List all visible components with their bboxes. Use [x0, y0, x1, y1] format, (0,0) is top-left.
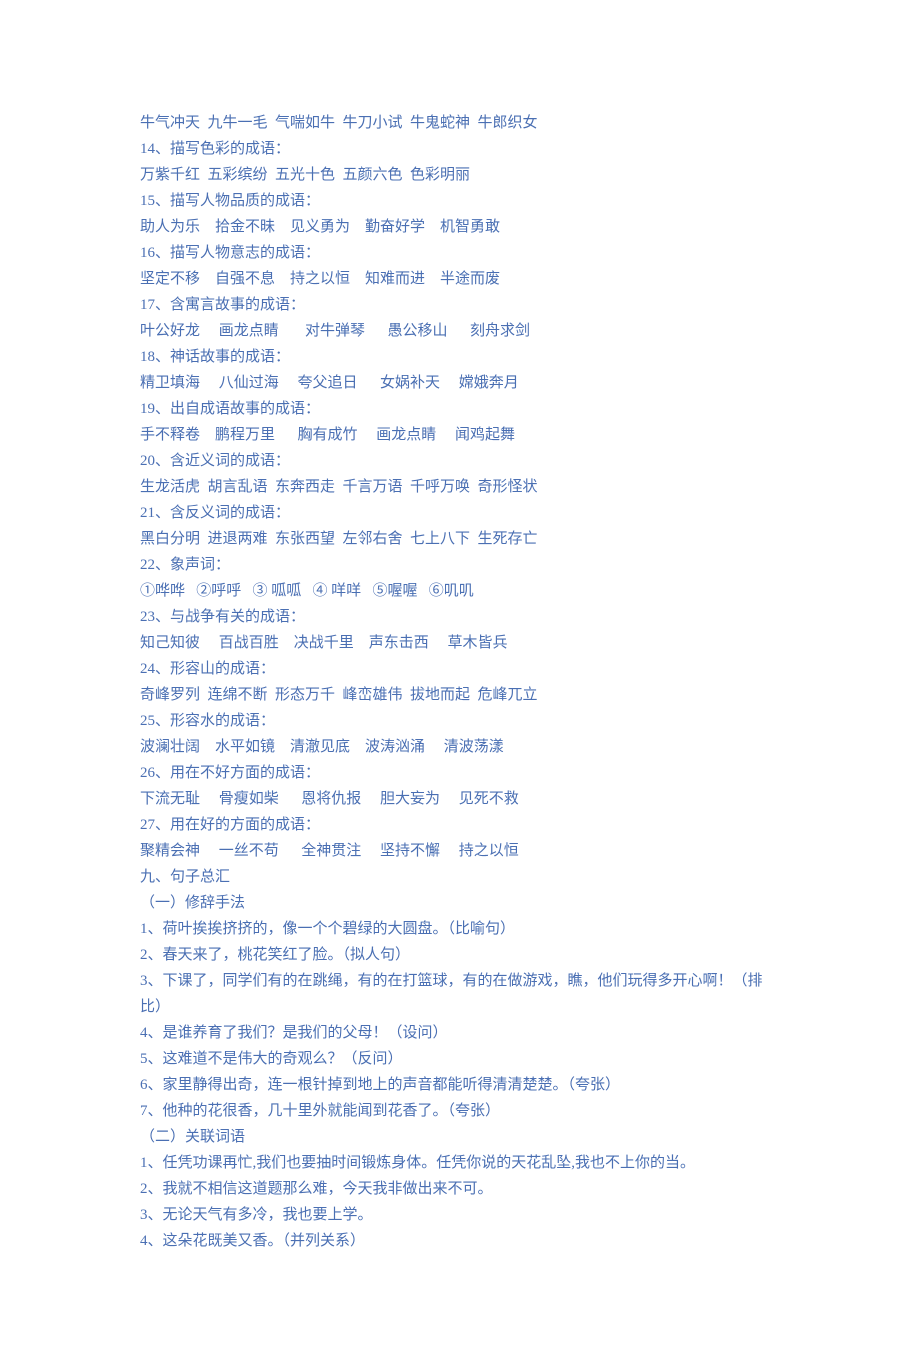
text-line: 九、句子总汇 [140, 864, 780, 890]
text-line: 2、春天来了，桃花笑红了脸。（拟人句） [140, 942, 780, 968]
text-line: 1、任凭功课再忙,我们也要抽时间锻炼身体。任凭你说的天花乱坠,我也不上你的当。 [140, 1150, 780, 1176]
text-line: 1、荷叶挨挨挤挤的，像一个个碧绿的大圆盘。（比喻句） [140, 916, 780, 942]
text-line: 黑白分明 进退两难 东张西望 左邻右舍 七上八下 生死存亡 [140, 526, 780, 552]
text-line: 下流无耻 骨瘦如柴 恩将仇报 胆大妄为 见死不救 [140, 786, 780, 812]
text-line: 24、形容山的成语： [140, 656, 780, 682]
text-line: 15、描写人物品质的成语： [140, 188, 780, 214]
text-line: 叶公好龙 画龙点睛 对牛弹琴 愚公移山 刻舟求剑 [140, 318, 780, 344]
text-line: 25、形容水的成语： [140, 708, 780, 734]
text-line: 牛气冲天 九牛一毛 气喘如牛 牛刀小试 牛鬼蛇神 牛郎织女 [140, 110, 780, 136]
text-line: 26、用在不好方面的成语： [140, 760, 780, 786]
text-line: 14、描写色彩的成语： [140, 136, 780, 162]
document-page: 牛气冲天 九牛一毛 气喘如牛 牛刀小试 牛鬼蛇神 牛郎织女 14、描写色彩的成语… [0, 0, 920, 1354]
text-line: 18、神话故事的成语： [140, 344, 780, 370]
text-line: 知己知彼 百战百胜 决战千里 声东击西 草木皆兵 [140, 630, 780, 656]
text-line: 3、下课了，同学们有的在跳绳，有的在打篮球，有的在做游戏，瞧，他们玩得多开心啊！… [140, 968, 780, 1020]
text-line: 5、这难道不是伟大的奇观么？（反问） [140, 1046, 780, 1072]
text-line: 精卫填海 八仙过海 夸父追日 女娲补天 嫦娥奔月 [140, 370, 780, 396]
text-line: 19、出自成语故事的成语： [140, 396, 780, 422]
text-line: 手不释卷 鹏程万里 胸有成竹 画龙点睛 闻鸡起舞 [140, 422, 780, 448]
text-line: 7、他种的花很香，几十里外就能闻到花香了。（夸张） [140, 1098, 780, 1124]
text-line: 16、描写人物意志的成语： [140, 240, 780, 266]
text-line: 坚定不移 自强不息 持之以恒 知难而进 半途而废 [140, 266, 780, 292]
text-line: 波澜壮阔 水平如镜 清澈见底 波涛汹涌 清波荡漾 [140, 734, 780, 760]
text-line: 6、家里静得出奇，连一根针掉到地上的声音都能听得清清楚楚。（夸张） [140, 1072, 780, 1098]
text-line: ①哗哗 ②呼呼 ③ 呱呱 ④ 咩咩 ⑤喔喔 ⑥叽叽 [140, 578, 780, 604]
text-line: 22、象声词： [140, 552, 780, 578]
text-line: 23、与战争有关的成语： [140, 604, 780, 630]
text-line: 21、含反义词的成语： [140, 500, 780, 526]
text-line: 生龙活虎 胡言乱语 东奔西走 千言万语 千呼万唤 奇形怪状 [140, 474, 780, 500]
text-line: 奇峰罗列 连绵不断 形态万千 峰峦雄伟 拔地而起 危峰兀立 [140, 682, 780, 708]
text-line: 27、用在好的方面的成语： [140, 812, 780, 838]
text-line: 4、这朵花既美又香。（并列关系） [140, 1228, 780, 1254]
text-line: 3、无论天气有多冷，我也要上学。 [140, 1202, 780, 1228]
text-line: 20、含近义词的成语： [140, 448, 780, 474]
text-line: 4、是谁养育了我们？是我们的父母！（设问） [140, 1020, 780, 1046]
text-line: 万紫千红 五彩缤纷 五光十色 五颜六色 色彩明丽 [140, 162, 780, 188]
text-line: 17、含寓言故事的成语： [140, 292, 780, 318]
text-line: （二）关联词语 [140, 1124, 780, 1150]
text-line: 聚精会神 一丝不苟 全神贯注 坚持不懈 持之以恒 [140, 838, 780, 864]
text-line: 2、我就不相信这道题那么难，今天我非做出来不可。 [140, 1176, 780, 1202]
text-line: （一）修辞手法 [140, 890, 780, 916]
text-line: 助人为乐 拾金不昧 见义勇为 勤奋好学 机智勇敢 [140, 214, 780, 240]
